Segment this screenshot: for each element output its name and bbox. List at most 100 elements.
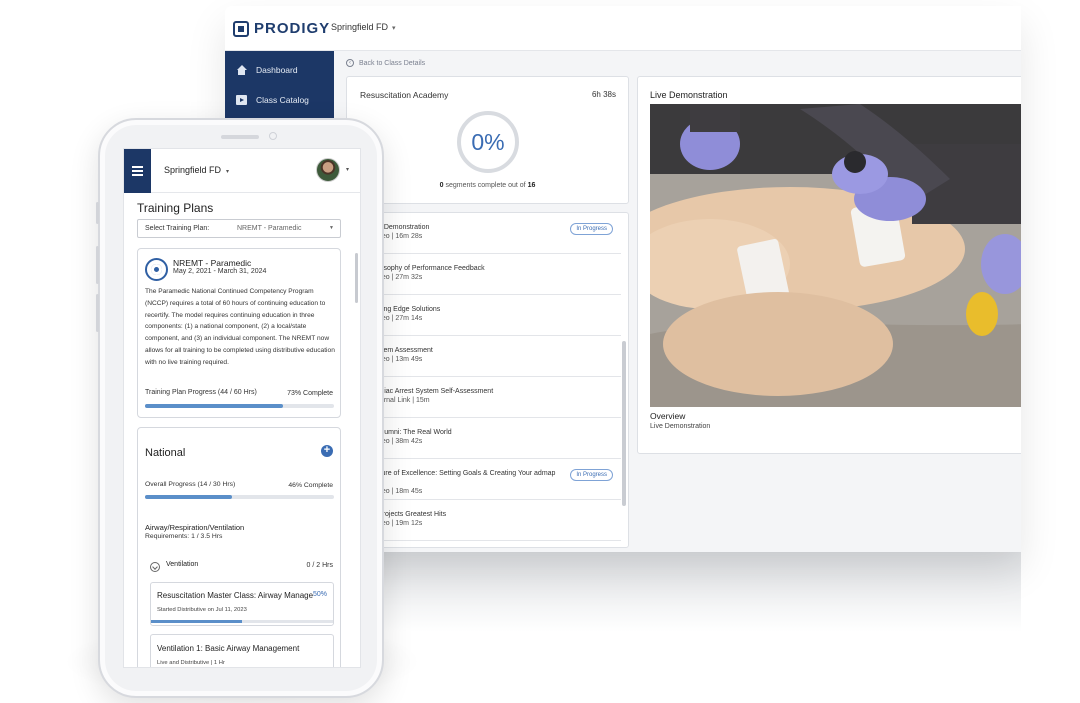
segment-title: Projects Greatest Hits bbox=[378, 511, 447, 518]
plan-progress-percent: 73% Complete bbox=[287, 390, 333, 397]
hamburger-menu-button[interactable] bbox=[124, 149, 151, 193]
course-title: Resuscitation Academy bbox=[360, 90, 449, 100]
segment-row[interactable]: Alumni: The Real World deo | 38m 42s bbox=[347, 418, 621, 459]
segment-row[interactable]: stem Assessment deo | 13m 49s bbox=[347, 336, 621, 377]
course-progress-fill bbox=[151, 620, 242, 623]
scrollbar[interactable] bbox=[622, 341, 626, 506]
course-card-ventilation-1[interactable]: Ventilation 1: Basic Airway Management L… bbox=[150, 634, 334, 667]
national-component-card: National + Overall Progress (14 / 30 Hrs… bbox=[137, 427, 341, 667]
plan-progress-bar bbox=[145, 404, 334, 408]
course-subtitle: Started Distributive on Jul 11, 2023 bbox=[157, 607, 247, 613]
national-progress-percent: 46% Complete bbox=[288, 482, 333, 489]
course-card-resuscitation-master-class[interactable]: Resuscitation Master Class: Airway Manag… bbox=[150, 582, 334, 626]
segments-text: segments complete out of bbox=[443, 182, 528, 189]
chevron-down-icon: ▾ bbox=[392, 25, 396, 32]
segment-meta: deo | 38m 42s bbox=[378, 438, 423, 445]
training-plan-card: NREMT - Paramedic May 2, 2021 - March 31… bbox=[137, 248, 341, 418]
overview-text: Live Demonstration bbox=[650, 423, 711, 430]
training-plan-select[interactable]: Select Training Plan: NREMT - Paramedic … bbox=[137, 219, 341, 238]
user-avatar[interactable] bbox=[316, 158, 340, 182]
marketing-composite: PRODIGY Springfield FD ▾ Dashboard Class … bbox=[0, 0, 1080, 703]
top-bar: PRODIGY Springfield FD ▾ bbox=[225, 6, 1021, 51]
national-progress-bar bbox=[145, 495, 334, 499]
topic-title: Ventilation bbox=[166, 561, 199, 568]
video-title: Live Demonstration bbox=[650, 90, 728, 100]
course-progress-card: Resuscitation Academy 6h 38s 0% 0 segmen… bbox=[346, 76, 629, 204]
sidebar-item-label: Dashboard bbox=[256, 65, 298, 75]
plan-name: NREMT - Paramedic bbox=[173, 258, 252, 268]
menu-line bbox=[132, 174, 143, 176]
category-title: Airway/Respiration/Ventilation bbox=[145, 523, 245, 532]
plan-dates: May 2, 2021 - March 31, 2024 bbox=[173, 268, 267, 275]
video-icon bbox=[236, 95, 247, 105]
phone-frame: Springfield FD ▾ ▾ Training Plans Select … bbox=[96, 118, 384, 698]
phone-volume-down-button bbox=[96, 294, 99, 332]
status-badge: In Progress bbox=[570, 223, 613, 235]
back-to-class-details-link[interactable]: ‹ Back to Class Details bbox=[346, 59, 425, 67]
phone-side-button bbox=[96, 202, 99, 224]
progress-percent: 0% bbox=[471, 128, 505, 155]
segment-meta: deo | 16m 28s bbox=[378, 233, 423, 240]
mobile-top-bar: Springfield FD ▾ ▾ bbox=[124, 149, 360, 193]
plan-description: The Paramedic National Continued Compete… bbox=[145, 288, 335, 366]
menu-line bbox=[132, 170, 143, 172]
segment-meta: deo | 27m 14s bbox=[378, 315, 423, 322]
nremt-badge-icon bbox=[145, 258, 168, 281]
plan-progress-fill bbox=[145, 404, 283, 408]
phone-volume-up-button bbox=[96, 246, 99, 284]
back-link-label: Back to Class Details bbox=[359, 59, 426, 67]
chevron-down-icon[interactable]: ▾ bbox=[346, 166, 349, 173]
expand-chevron-icon[interactable] bbox=[150, 562, 160, 572]
segments-total: 16 bbox=[527, 182, 536, 189]
video-player[interactable] bbox=[650, 104, 1021, 407]
sidebar-item-dashboard[interactable]: Dashboard bbox=[225, 55, 334, 85]
phone-speaker bbox=[221, 135, 259, 139]
organization-name: Springfield FD bbox=[331, 22, 389, 32]
status-badge: In Progress bbox=[570, 469, 613, 481]
national-title: National bbox=[145, 447, 186, 459]
plan-progress-label: Training Plan Progress (44 / 60 Hrs) bbox=[145, 389, 257, 396]
segment-row[interactable]: e Demonstration deo | 16m 28s In Progress bbox=[347, 213, 621, 254]
category-requirements: Requirements: 1 / 3.5 Hrs bbox=[145, 533, 223, 540]
select-label: Select Training Plan: bbox=[145, 225, 210, 232]
select-value: NREMT - Paramedic bbox=[237, 225, 302, 232]
phone-camera bbox=[269, 132, 277, 140]
sidebar-item-class-catalog[interactable]: Class Catalog bbox=[225, 85, 334, 115]
menu-line bbox=[132, 166, 143, 168]
segment-row[interactable]: rdiac Arrest System Self-Assessment terna… bbox=[347, 377, 621, 418]
segment-title: losophy of Performance Feedback bbox=[378, 265, 485, 272]
segment-meta: deo | 13m 49s bbox=[378, 356, 423, 363]
segment-meta: deo | 27m 32s bbox=[378, 274, 423, 281]
page-title: Training Plans bbox=[137, 201, 214, 215]
scrollbar[interactable] bbox=[355, 253, 358, 303]
prodigy-logo[interactable]: PRODIGY bbox=[233, 20, 330, 37]
progress-ring: 0% bbox=[457, 111, 519, 173]
topic-hours: 0 / 2 Hrs bbox=[306, 562, 333, 569]
mobile-organization-name: Springfield FD bbox=[164, 165, 222, 175]
back-arrow-icon: ‹ bbox=[346, 59, 354, 67]
logo-mark-icon bbox=[233, 20, 249, 37]
segment-row[interactable]: lture of Excellence: Setting Goals & Cre… bbox=[347, 459, 621, 500]
chevron-down-icon: ▼ bbox=[329, 225, 334, 231]
course-percent: 50% bbox=[312, 591, 327, 598]
organization-selector[interactable]: Springfield FD ▾ bbox=[331, 22, 396, 32]
segment-title: rdiac Arrest System Self-Assessment bbox=[378, 388, 494, 395]
logo-text: PRODIGY bbox=[254, 20, 331, 37]
mobile-organization-selector[interactable]: Springfield FD ▾ bbox=[164, 165, 229, 175]
segment-title: lture of Excellence: Setting Goals & Cre… bbox=[378, 470, 556, 477]
segment-row[interactable]: Projects Greatest Hits deo | 19m 12s bbox=[347, 500, 621, 541]
home-icon bbox=[236, 65, 247, 75]
segment-row[interactable]: tting Edge Solutions deo | 27m 14s bbox=[347, 295, 621, 336]
add-icon[interactable]: + bbox=[321, 445, 333, 457]
course-duration: 6h 38s bbox=[591, 90, 616, 99]
overview-heading: Overview bbox=[650, 411, 686, 421]
course-progress-bar bbox=[151, 620, 333, 623]
segment-meta: ternal Link | 15m bbox=[378, 397, 430, 404]
chevron-down-icon: ▾ bbox=[226, 169, 230, 175]
mobile-screen: Springfield FD ▾ ▾ Training Plans Select … bbox=[123, 148, 361, 668]
course-subtitle: Live and Distributive | 1 Hr bbox=[157, 660, 225, 666]
segment-meta: deo | 19m 12s bbox=[378, 520, 423, 527]
segment-list: e Demonstration deo | 16m 28s In Progress l… bbox=[346, 212, 629, 548]
segment-row[interactable]: losophy of Performance Feedback deo | 27m… bbox=[347, 254, 621, 295]
national-progress-label: Overall Progress (14 / 30 Hrs) bbox=[145, 481, 236, 488]
